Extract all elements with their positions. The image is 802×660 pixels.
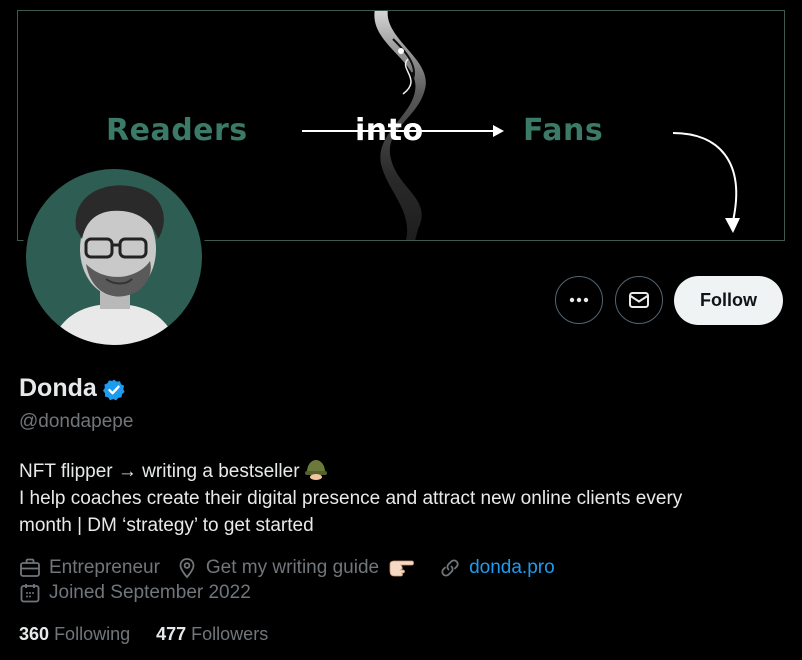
briefcase-icon [20,558,40,577]
profile-handle: @dondapepe [19,411,134,432]
following-count: 360 [19,624,50,644]
follow-button[interactable]: Follow [674,276,783,325]
banner-word-into: into [355,113,424,148]
link-icon [441,559,459,577]
profile-location: Get my writing guide [176,557,423,579]
followers-stat[interactable]: 477 Followers [156,624,268,645]
more-options-button[interactable] [555,276,603,324]
profile-joined-row: Joined September 2022 [19,582,267,604]
banner-word-readers: Readers [106,113,248,148]
verified-badge-icon[interactable] [102,378,126,402]
pointing-hand-icon [389,560,414,577]
bio-line-1: NFT flipper → writing a bestseller [19,458,789,485]
followers-label: Followers [191,624,269,644]
more-horizontal-icon [569,297,589,303]
profile-name-row: Donda [19,374,126,403]
location-text: Get my writing guide [205,557,380,578]
message-button[interactable] [615,276,663,324]
profile-name: Donda [19,374,97,402]
profile-bio: NFT flipper → writing a bestseller I hel… [19,458,789,539]
joined-text: Joined September 2022 [49,582,251,603]
profile-joined: Joined September 2022 [19,582,251,604]
website-link[interactable]: donda.pro [469,557,555,579]
profile-category: Entrepreneur [19,557,160,579]
profile-stats: 360 Following 477 Followers [19,624,294,645]
avatar-portrait [51,185,178,345]
bio-line-3: month | DM ‘strategy’ to get started [19,515,314,536]
followers-count: 477 [156,624,187,644]
calendar-icon [20,584,40,603]
following-label: Following [54,624,131,644]
profile-website[interactable]: donda.pro [439,557,555,579]
military-helmet-icon [304,460,327,480]
following-stat[interactable]: 360 Following [19,624,130,645]
location-pin-icon [179,558,195,579]
envelope-icon [629,292,649,308]
banner-word-fans: Fans [523,113,604,148]
profile-meta-row: Entrepreneur Get my writing guide donda.… [19,557,571,579]
bio-line-2: I help coaches create their digital pres… [19,488,683,509]
avatar[interactable] [22,165,206,349]
category-text: Entrepreneur [49,557,160,578]
